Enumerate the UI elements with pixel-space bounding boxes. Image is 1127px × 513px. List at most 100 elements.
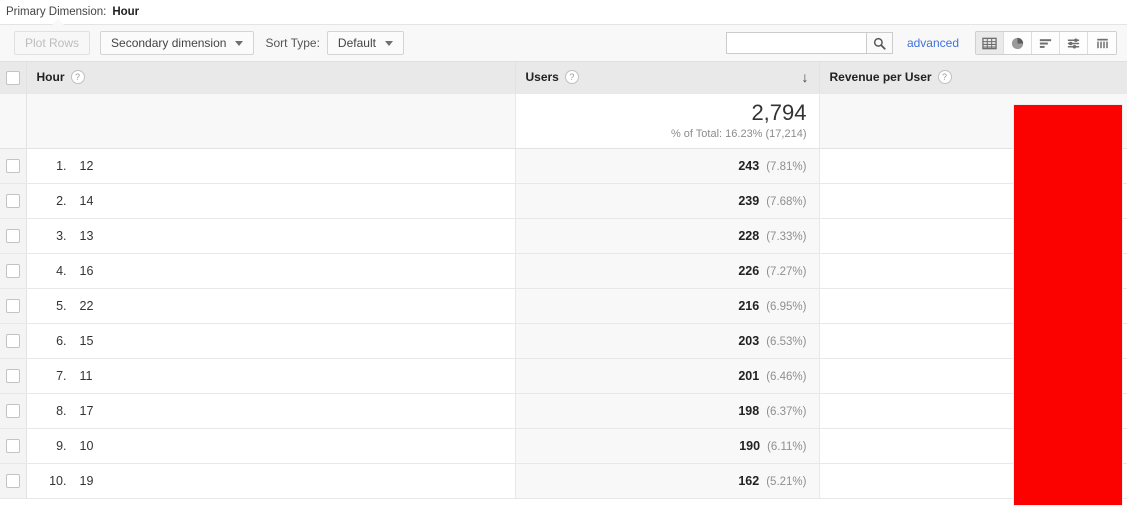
row-index: 1.: [56, 158, 67, 173]
row-users-percent: (7.33%): [766, 230, 807, 243]
row-hour-value[interactable]: 14: [80, 194, 94, 208]
plot-rows-button[interactable]: Plot Rows: [14, 31, 91, 55]
select-all-checkbox[interactable]: [5, 70, 20, 85]
row-hour-value[interactable]: 19: [80, 474, 94, 488]
search-button[interactable]: [865, 32, 893, 54]
red-redaction-block: [1013, 104, 1123, 506]
row-hour-value[interactable]: 15: [80, 334, 94, 348]
row-users-percent: (6.46%): [766, 370, 807, 383]
column-header-hour-label: Hour: [36, 70, 65, 85]
column-header-hour[interactable]: Hour ?: [26, 62, 516, 94]
row-index: 10.: [49, 473, 67, 488]
row-dimension-cell: 4. 16: [26, 253, 516, 289]
secondary-dimension-dropdown[interactable]: Secondary dimension: [100, 31, 255, 55]
row-select-cell[interactable]: [0, 428, 27, 464]
row-dimension-cell: 9. 10: [26, 428, 516, 464]
row-users-cell: 239 (7.68%): [515, 183, 820, 219]
row-index: 6.: [56, 333, 67, 348]
primary-dimension-value[interactable]: Hour: [112, 6, 139, 18]
column-header-revenue-per-user[interactable]: Revenue per User ?: [819, 62, 1127, 94]
row-checkbox[interactable]: [5, 263, 20, 278]
pivot-view-button[interactable]: [1088, 32, 1116, 54]
table-row[interactable]: 1. 12 243 (7.81%): [0, 148, 1127, 184]
row-select-cell[interactable]: [0, 253, 27, 289]
sort-type-value: Default: [337, 36, 376, 50]
sort-type-dropdown[interactable]: Default: [326, 31, 404, 55]
sort-descending-icon[interactable]: ↓: [802, 70, 809, 84]
row-select-cell[interactable]: [0, 393, 27, 429]
table-header-row: Hour ? Users ? ↓ Revenue per User ?: [0, 62, 1127, 94]
column-header-users[interactable]: Users ? ↓: [515, 62, 820, 94]
row-checkbox[interactable]: [5, 298, 20, 313]
comparison-view-button[interactable]: [1060, 32, 1088, 54]
row-checkbox[interactable]: [5, 438, 20, 453]
row-users-cell: 228 (7.33%): [515, 218, 820, 254]
row-hour-value[interactable]: 17: [80, 404, 94, 418]
row-select-cell[interactable]: [0, 323, 27, 359]
table-row[interactable]: 5. 22 216 (6.95%): [0, 288, 1127, 324]
row-checkbox[interactable]: [5, 228, 20, 243]
performance-view-button[interactable]: [1032, 32, 1060, 54]
row-select-cell[interactable]: [0, 358, 27, 394]
row-select-cell[interactable]: [0, 183, 27, 219]
row-checkbox[interactable]: [5, 158, 20, 173]
toolbar-caret-icon: [52, 19, 64, 26]
table-body: 2,794 % of Total: 16.23% (17,214) % of T…: [0, 93, 1127, 499]
help-icon[interactable]: ?: [70, 70, 85, 85]
row-index: 5.: [56, 298, 67, 313]
search-input[interactable]: [725, 32, 866, 54]
table-row[interactable]: 2. 14 239 (7.68%): [0, 183, 1127, 219]
row-users-value: 162: [738, 473, 760, 488]
row-select-cell[interactable]: [0, 288, 27, 324]
horizontal-bars-icon: [1039, 38, 1052, 48]
row-dimension-cell: 7. 11: [26, 358, 516, 394]
row-hour-value[interactable]: 10: [80, 439, 94, 453]
table-row[interactable]: 9. 10 190 (6.11%): [0, 428, 1127, 464]
row-users-cell: 162 (5.21%): [515, 463, 820, 499]
row-users-percent: (7.81%): [766, 160, 807, 173]
row-select-cell[interactable]: [0, 463, 27, 499]
row-index: 2.: [56, 193, 67, 208]
pie-chart-icon: [1011, 37, 1024, 49]
advanced-link[interactable]: advanced: [907, 36, 959, 50]
row-checkbox[interactable]: [5, 403, 20, 418]
table-view-button[interactable]: [976, 32, 1004, 54]
row-users-value: 226: [738, 263, 760, 278]
table-row[interactable]: 6. 15 203 (6.53%): [0, 323, 1127, 359]
chevron-down-icon: [384, 40, 393, 46]
summary-users-subtext: % of Total: 16.23% (17,214): [670, 127, 807, 140]
row-users-value: 203: [738, 333, 760, 348]
row-select-cell[interactable]: [0, 148, 27, 184]
row-dimension-cell: 8. 17: [26, 393, 516, 429]
table-row[interactable]: 3. 13 228 (7.33%): [0, 218, 1127, 254]
summary-users-value: 2,794: [751, 100, 807, 126]
row-users-cell: 226 (7.27%): [515, 253, 820, 289]
pie-view-button[interactable]: [1004, 32, 1032, 54]
row-hour-value[interactable]: 11: [80, 369, 93, 383]
secondary-dimension-label: Secondary dimension: [111, 36, 227, 50]
row-checkbox[interactable]: [5, 368, 20, 383]
select-all-header[interactable]: [0, 62, 27, 94]
row-users-cell: 243 (7.81%): [515, 148, 820, 184]
row-hour-value[interactable]: 16: [80, 264, 94, 278]
help-icon[interactable]: ?: [564, 70, 579, 85]
table-row[interactable]: 8. 17 198 (6.37%): [0, 393, 1127, 429]
row-index: 4.: [56, 263, 67, 278]
table-row[interactable]: 4. 16 226 (7.27%): [0, 253, 1127, 289]
row-users-percent: (5.21%): [766, 475, 807, 488]
table-row[interactable]: 7. 11 201 (6.46%): [0, 358, 1127, 394]
help-icon[interactable]: ?: [937, 70, 952, 85]
row-hour-value[interactable]: 13: [80, 229, 94, 243]
table-header: Hour ? Users ? ↓ Revenue per User ?: [0, 62, 1127, 94]
row-hour-value[interactable]: 12: [80, 159, 94, 173]
plot-rows-label: Plot Rows: [25, 36, 80, 50]
row-dimension-cell: 3. 13: [26, 218, 516, 254]
row-checkbox[interactable]: [5, 473, 20, 488]
row-users-value: 228: [738, 228, 760, 243]
table-row[interactable]: 10. 19 162 (5.21%): [0, 463, 1127, 499]
row-select-cell[interactable]: [0, 218, 27, 254]
sort-type-label: Sort Type:: [265, 36, 320, 50]
row-checkbox[interactable]: [5, 333, 20, 348]
row-hour-value[interactable]: 22: [80, 299, 94, 313]
row-checkbox[interactable]: [5, 193, 20, 208]
